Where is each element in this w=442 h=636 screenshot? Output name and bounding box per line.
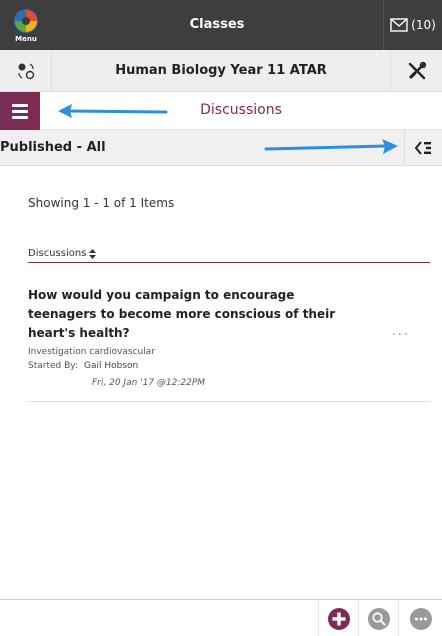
item-divider [28,401,430,402]
started-by-row: Started By: Gail Hobson [28,361,430,371]
course-title: Human Biology Year 11 ATAR [115,63,327,78]
menu-label: Menu [15,34,37,43]
switch-course-icon [17,63,34,80]
tools-icon [408,61,426,80]
envelope-icon [390,18,408,32]
message-count: (10) [411,18,436,32]
hamburger-icon [12,103,28,107]
tools-button[interactable] [390,50,442,92]
hamburger-icon-line [12,109,28,113]
app-logo-icon [14,8,38,33]
search-icon [367,607,390,630]
switch-course-button[interactable] [0,50,52,92]
app-title: Classes [189,17,245,32]
discussion-title[interactable]: How would you campaign to encourage teen… [28,286,358,343]
plus-circle-icon [327,607,350,630]
top-bar: Menu Classes (10) [0,0,442,50]
add-button[interactable] [318,600,358,636]
sort-icon [89,248,97,259]
more-icon [409,607,432,630]
list-item[interactable]: How would you campaign to encourage teen… [28,286,430,388]
annotation-arrow-left [58,104,168,118]
course-bar: Human Biology Year 11 ATAR [0,50,442,92]
annotation-arrow-right [264,139,398,154]
column-header[interactable]: Discussions [28,245,430,263]
column-header-label: Discussions [28,248,87,259]
hamburger-button[interactable] [0,92,40,130]
search-button[interactable] [358,600,398,636]
more-icon[interactable]: ... [392,324,410,339]
started-by-label: Started By: [28,361,78,371]
discussion-category: Investigation cardiovascular [28,347,155,357]
hamburger-icon-line [12,115,28,119]
discussion-date: Fri, 20 Jan '17 @12:22PM [92,378,206,388]
bottom-toolbar [0,599,442,636]
more-options-button[interactable] [398,600,442,636]
messages-button[interactable]: (10) [384,0,442,50]
started-by-name: Gail Hobson [83,361,139,371]
main-menu-button[interactable]: Menu [0,0,52,50]
filter-label[interactable]: Published - All [0,130,106,166]
filter-panel-button[interactable] [404,130,442,166]
item-count-summary: Showing 1 - 1 of 1 Items [28,196,175,210]
filter-panel-icon [414,141,431,155]
